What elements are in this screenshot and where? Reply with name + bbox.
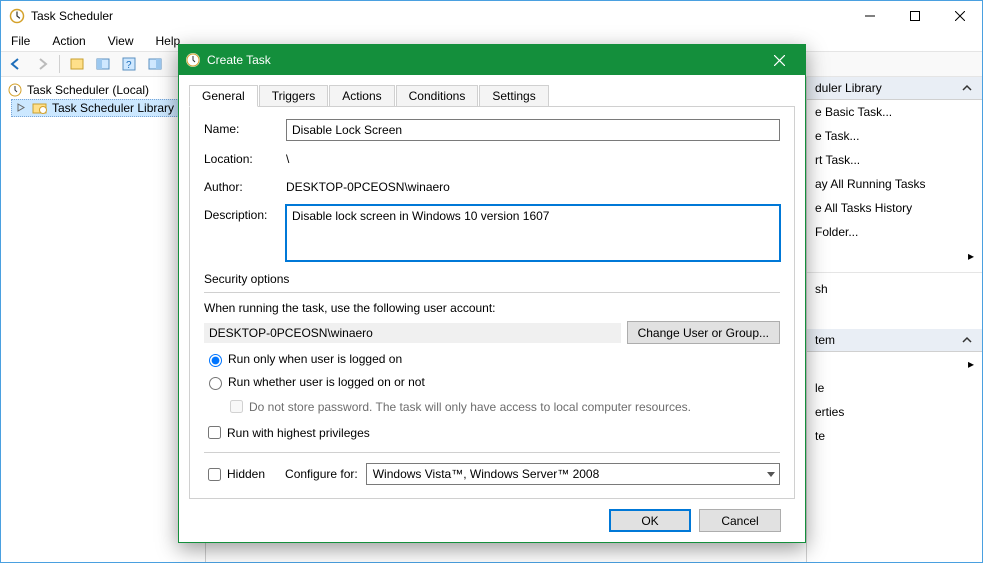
- action-item-more[interactable]: ▸: [807, 244, 982, 268]
- main-titlebar: Task Scheduler: [1, 1, 982, 31]
- collapse-icon[interactable]: [960, 81, 974, 95]
- chevron-right-icon: ▸: [968, 357, 974, 371]
- dialog-title: Create Task: [207, 53, 759, 67]
- actions-header-label: duler Library: [815, 81, 882, 95]
- action-item[interactable]: rt Task...: [807, 148, 982, 172]
- tab-panel-general: Name: Location: \ Author: DESKTOP-0PCEOS…: [189, 107, 795, 499]
- configure-for-combo[interactable]: Windows Vista™, Windows Server™ 2008: [366, 463, 780, 485]
- actions-panel: duler Library e Basic Task... e Task... …: [806, 77, 982, 562]
- radio-not-logged-input[interactable]: [209, 377, 222, 390]
- menu-file[interactable]: File: [7, 32, 34, 50]
- location-label: Location:: [204, 149, 286, 166]
- maximize-button[interactable]: [892, 2, 937, 31]
- toolbar-panel1-icon[interactable]: [92, 53, 114, 75]
- action-item[interactable]: [807, 301, 982, 325]
- check-hidden[interactable]: Hidden: [204, 465, 265, 484]
- check-no-store-password: Do not store password. The task will onl…: [226, 397, 780, 416]
- ok-button[interactable]: OK: [609, 509, 691, 532]
- name-input[interactable]: [286, 119, 780, 141]
- change-user-button[interactable]: Change User or Group...: [627, 321, 780, 344]
- toolbar-action-icon[interactable]: [66, 53, 88, 75]
- toolbar-panel2-icon[interactable]: [144, 53, 166, 75]
- action-item[interactable]: le: [807, 376, 982, 400]
- action-item-more[interactable]: ▸: [807, 352, 982, 376]
- tree-root-label: Task Scheduler (Local): [27, 83, 149, 97]
- close-button[interactable]: [937, 2, 982, 31]
- radio-not-logged[interactable]: Run whether user is logged on or not: [204, 374, 780, 390]
- menu-view[interactable]: View: [104, 32, 138, 50]
- check-highest-privileges-input[interactable]: [208, 426, 221, 439]
- clock-icon: [185, 52, 201, 68]
- dialog-close-button[interactable]: [759, 46, 799, 74]
- security-options-label: Security options: [204, 272, 780, 286]
- radio-logged-on-input[interactable]: [209, 354, 222, 367]
- tab-settings[interactable]: Settings: [479, 85, 548, 106]
- actions-header: duler Library: [807, 77, 982, 100]
- tree-lib-label: Task Scheduler Library: [52, 101, 174, 115]
- action-item[interactable]: e Basic Task...: [807, 100, 982, 124]
- security-text: When running the task, use the following…: [204, 301, 780, 315]
- action-item[interactable]: te: [807, 424, 982, 448]
- create-task-dialog: Create Task General Triggers Actions Con…: [178, 44, 806, 543]
- action-item[interactable]: e Task...: [807, 124, 982, 148]
- main-title: Task Scheduler: [31, 9, 847, 23]
- tree-lib[interactable]: Task Scheduler Library: [11, 99, 201, 117]
- radio-logged-on[interactable]: Run only when user is logged on: [204, 351, 780, 367]
- menu-action[interactable]: Action: [48, 32, 89, 50]
- location-value: \: [286, 149, 780, 169]
- action-item[interactable]: sh: [807, 277, 982, 301]
- toolbar-help-icon[interactable]: ?: [118, 53, 140, 75]
- dialog-titlebar: Create Task: [179, 45, 805, 75]
- tab-actions[interactable]: Actions: [329, 85, 394, 106]
- chevron-right-icon: ▸: [968, 249, 974, 263]
- toolbar-sep: [59, 55, 60, 73]
- check-no-store-password-input: [230, 400, 243, 413]
- tab-conditions[interactable]: Conditions: [396, 85, 479, 106]
- check-hidden-input[interactable]: [208, 468, 221, 481]
- action-item[interactable]: erties: [807, 400, 982, 424]
- back-button[interactable]: [5, 53, 27, 75]
- tab-triggers[interactable]: Triggers: [259, 85, 329, 106]
- tab-general[interactable]: General: [189, 85, 258, 107]
- actions-header2-label: tem: [815, 333, 835, 347]
- action-item[interactable]: ay All Running Tasks: [807, 172, 982, 196]
- folder-clock-icon: [32, 100, 48, 116]
- chevron-down-icon: [767, 472, 775, 477]
- minimize-button[interactable]: [847, 2, 892, 31]
- expand-icon[interactable]: [14, 101, 28, 115]
- action-item[interactable]: Folder...: [807, 220, 982, 244]
- author-value: DESKTOP-0PCEOSN\winaero: [286, 177, 780, 197]
- collapse-icon[interactable]: [960, 333, 974, 347]
- cancel-button[interactable]: Cancel: [699, 509, 781, 532]
- tree-root[interactable]: Task Scheduler (Local): [5, 81, 201, 99]
- description-input[interactable]: [286, 205, 780, 261]
- forward-button[interactable]: [31, 53, 53, 75]
- name-label: Name:: [204, 119, 286, 136]
- security-user: DESKTOP-0PCEOSN\winaero: [204, 323, 621, 343]
- svg-text:?: ?: [126, 60, 132, 71]
- description-label: Description:: [204, 205, 286, 222]
- configure-for-label: Configure for:: [285, 467, 358, 481]
- author-label: Author:: [204, 177, 286, 194]
- check-highest-privileges[interactable]: Run with highest privileges: [204, 423, 780, 442]
- caption-buttons: [847, 2, 982, 31]
- tree-panel: Task Scheduler (Local) Task Scheduler Li…: [1, 77, 206, 562]
- configure-for-value: Windows Vista™, Windows Server™ 2008: [373, 467, 600, 481]
- clock-icon: [7, 82, 23, 98]
- clock-icon: [9, 8, 25, 24]
- actions-sep: [807, 272, 982, 273]
- tab-strip: General Triggers Actions Conditions Sett…: [189, 83, 795, 107]
- actions-header-2: tem: [807, 329, 982, 352]
- action-item[interactable]: e All Tasks History: [807, 196, 982, 220]
